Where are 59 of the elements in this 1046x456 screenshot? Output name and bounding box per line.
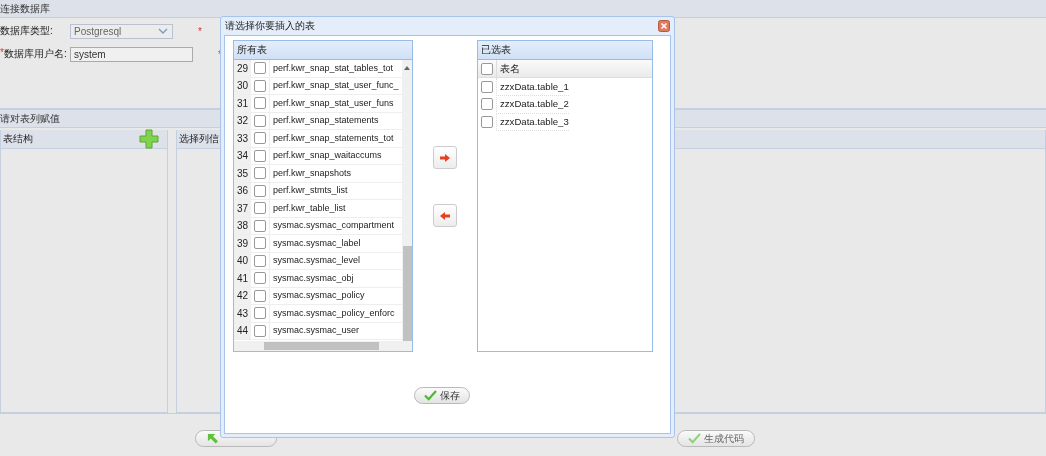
panel-title: 表结构 [3,132,33,146]
arrow-left-icon [440,211,450,220]
chevron-down-icon [158,28,168,34]
checkbox[interactable] [481,62,493,75]
input-field[interactable]: system [70,46,193,62]
checkbox[interactable] [481,98,493,111]
arrow-icon [206,433,219,444]
row-number: 31 [234,95,251,112]
field-label: 数据库类型: [0,24,53,38]
checkmark-icon [688,433,701,444]
table-cell: zzxData.table_2 [496,95,569,114]
dropdown[interactable]: Postgresql [70,23,173,39]
field-label: 数据库用户名: [3,47,67,61]
scrollbar[interactable] [234,341,412,351]
checkbox[interactable] [254,149,266,162]
panel-title: 请对表列赋值 [0,111,60,126]
checkbox[interactable] [254,272,266,285]
checkbox[interactable] [254,184,266,197]
table-cell: zzxData.table_3 [496,112,569,131]
checkbox[interactable] [254,289,266,302]
close-icon[interactable] [658,20,670,32]
checkbox[interactable] [254,202,266,215]
checkbox[interactable] [254,237,266,250]
move-left-button[interactable] [433,204,457,227]
save-button[interactable]: 保存 [413,387,470,404]
checkbox[interactable] [254,254,266,267]
arrow-right-icon [440,153,450,162]
row-number: 39 [234,235,251,252]
checkbox[interactable] [481,80,493,93]
scroll-up-icon[interactable] [403,64,411,72]
checkbox[interactable] [254,132,266,145]
grid-title: 所有表 [237,43,267,57]
row-number: 43 [234,305,251,322]
row-number: 37 [234,200,251,217]
checkbox[interactable] [254,219,266,232]
required-mark: * [198,25,202,37]
checkbox[interactable] [254,62,266,75]
plus-icon[interactable] [139,129,159,149]
grid-title: 已选表 [481,43,511,57]
checkbox[interactable] [254,167,266,180]
checkbox[interactable] [254,79,266,92]
table-cell: zzxData.table_1 [496,77,569,96]
row-number: 41 [234,270,251,287]
checkbox[interactable] [254,324,266,337]
checkmark-icon [423,390,437,401]
checkbox[interactable] [481,115,493,128]
scrollbar[interactable] [402,60,412,341]
row-number: 33 [234,130,251,147]
row-number: 29 [234,60,251,77]
checkbox[interactable] [254,307,266,320]
checkbox[interactable] [254,114,266,127]
move-right-button[interactable] [433,146,457,169]
dialog-title: 请选择你要插入的表 [225,19,315,33]
row-number: 35 [234,165,251,182]
checkbox[interactable] [254,97,266,110]
required-mark: * [0,47,4,58]
panel-title: 连接数据库 [0,1,50,16]
generate-button[interactable]: 生成代码 [677,430,755,447]
panel-title: 选择列信 [179,132,219,146]
